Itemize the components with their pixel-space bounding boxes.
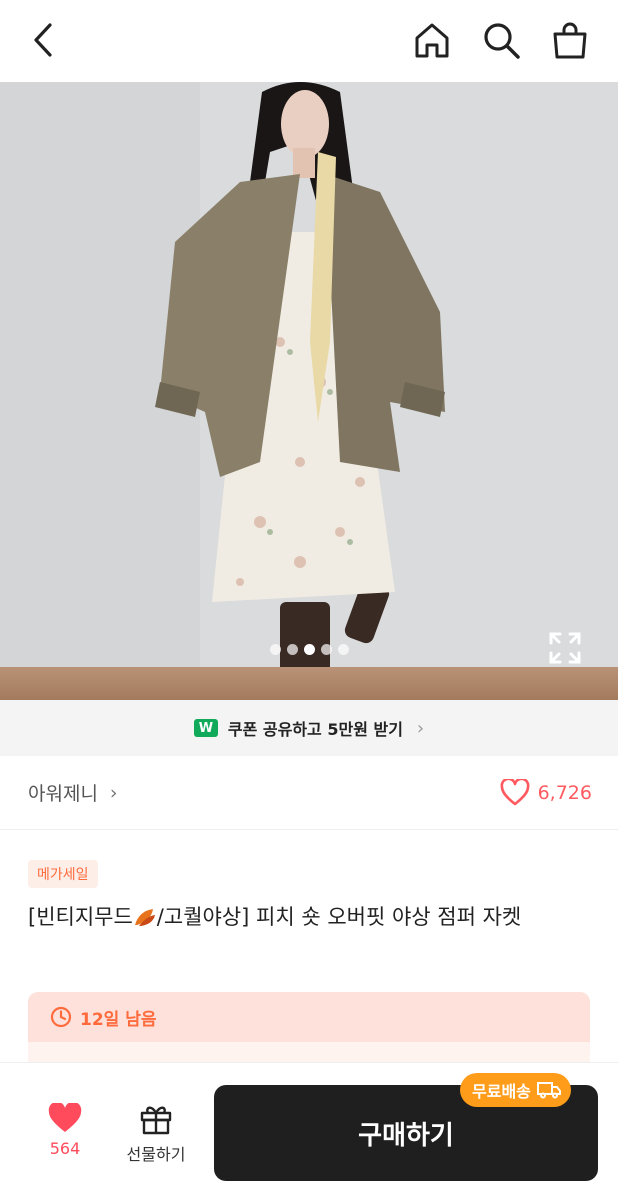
- product-photo: [0, 82, 618, 700]
- back-button[interactable]: [22, 18, 66, 62]
- product-image-gallery[interactable]: [0, 82, 618, 700]
- gift-button[interactable]: 선물하기: [118, 1103, 194, 1183]
- product-title-part2: /고퀄야상] 피치 숏 오버핏 야상 점퍼 자켓: [156, 905, 522, 929]
- home-button[interactable]: [410, 18, 454, 62]
- mega-sale-badge: 메가세일: [28, 860, 98, 888]
- gift-icon: [140, 1106, 172, 1135]
- expand-image-button[interactable]: [547, 630, 583, 666]
- free-shipping-label: 무료배송: [472, 1082, 531, 1101]
- expand-icon: [549, 632, 581, 664]
- bottom-action-bar: 564 선물하기 구매하기 무료배송: [0, 1062, 618, 1200]
- heart-outline-icon: [500, 779, 530, 806]
- chevron-right-icon: ›: [416, 717, 425, 739]
- shop-name-link[interactable]: 아워제니: [28, 779, 98, 806]
- home-icon: [415, 23, 449, 58]
- gallery-dot-active[interactable]: [303, 644, 315, 655]
- deadline-text: 12일 남음: [80, 1009, 157, 1030]
- wishlist-button[interactable]: 564: [30, 1103, 100, 1183]
- chevron-right-icon: ›: [109, 781, 118, 804]
- search-icon: [484, 23, 520, 59]
- shopping-bag-icon: [553, 22, 587, 59]
- autumn-leaf-icon: [134, 909, 155, 926]
- search-button[interactable]: [479, 18, 523, 62]
- product-title-part1: [빈티지무드: [28, 905, 133, 929]
- floor: [0, 667, 618, 700]
- gallery-dot[interactable]: [286, 644, 298, 655]
- shopping-bag-button[interactable]: [548, 18, 592, 62]
- gift-label: 선물하기: [126, 1145, 186, 1164]
- free-shipping-badge: 무료배송: [460, 1073, 571, 1107]
- wishlist-count: 564: [49, 1139, 81, 1158]
- shop-row: 아워제니 › 6,726: [0, 756, 618, 830]
- product-title: [빈티지무드 /고퀄야상] 피치 숏 오버핏 야상 점퍼 자켓: [28, 901, 588, 934]
- deadline-panel: [28, 1042, 590, 1062]
- coupon-share-banner[interactable]: W 쿠폰 공유하고 5만원 받기 ›: [0, 700, 618, 756]
- top-nav-bar: [0, 0, 618, 82]
- gallery-dot[interactable]: [337, 644, 349, 655]
- coupon-text: 쿠폰 공유하고 5만원 받기: [227, 720, 403, 739]
- like-count: 6,726: [537, 781, 592, 804]
- chevron-left-icon: [34, 23, 52, 57]
- clock-icon: [50, 1006, 72, 1028]
- gallery-dot[interactable]: [269, 644, 281, 655]
- coupon-badge-icon: W: [193, 719, 218, 737]
- like-button[interactable]: 6,726: [500, 779, 592, 806]
- gallery-dot[interactable]: [320, 644, 332, 655]
- gallery-pagination: [0, 644, 618, 655]
- sale-deadline-banner: 12일 남음: [28, 992, 590, 1042]
- truck-icon: [536, 1082, 561, 1099]
- heart-filled-icon: [48, 1103, 82, 1132]
